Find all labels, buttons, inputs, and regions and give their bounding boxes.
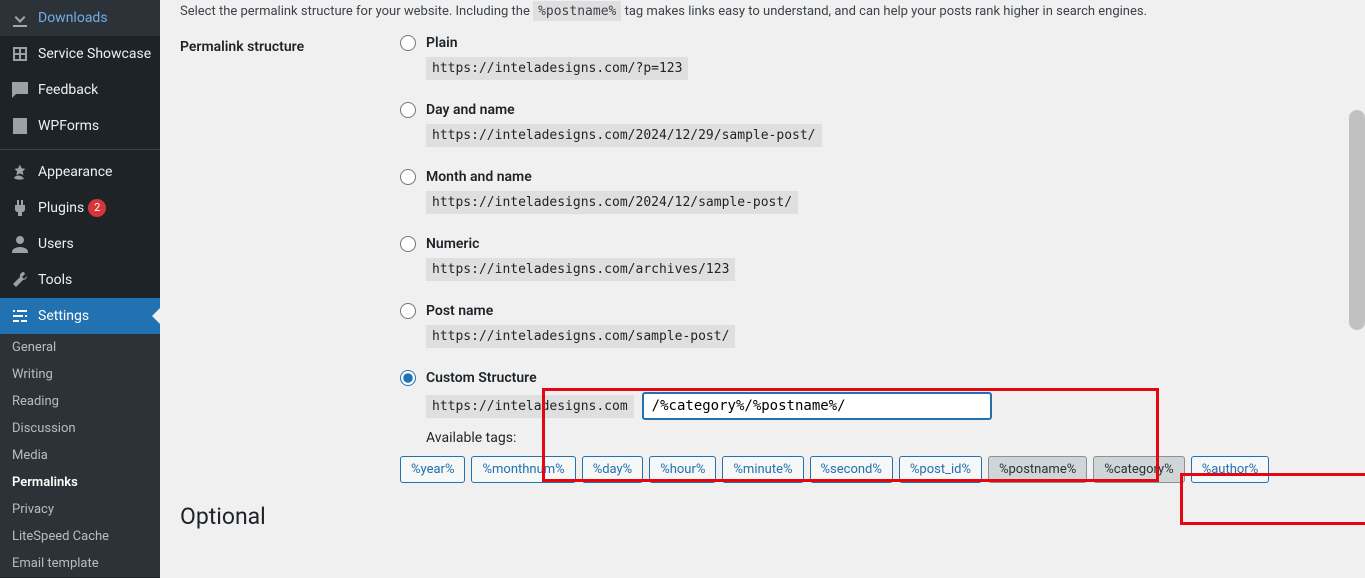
tag-category[interactable]: %category%: [1093, 456, 1184, 483]
settings-submenu: GeneralWritingReadingDiscussionMediaPerm…: [0, 334, 160, 577]
admin-sidebar: Downloads Service Showcase Feedback WPFo…: [0, 0, 160, 578]
radio-input[interactable]: [400, 236, 416, 252]
option-day-and-name: Day and name https://inteladesigns.com/2…: [400, 102, 1345, 147]
custom-structure-input[interactable]: [642, 392, 992, 420]
sidebar-item-label: Plugins: [38, 200, 84, 216]
option-custom: Custom Structure https://inteladesigns.c…: [400, 370, 1345, 446]
available-tags-label: Available tags:: [426, 430, 1345, 446]
radio-custom-label: Custom Structure: [426, 370, 537, 386]
sidebar-item-label: Settings: [38, 308, 89, 324]
sidebar-item-wpforms[interactable]: WPForms: [0, 108, 160, 144]
intro-text-after: tag makes links easy to understand, and …: [621, 4, 1147, 19]
intro-text-before: Select the permalink structure for your …: [180, 4, 533, 19]
radio-input[interactable]: [400, 35, 416, 51]
update-badge: 2: [88, 199, 106, 217]
option-plain: Plain https://inteladesigns.com/?p=123: [400, 35, 1345, 80]
showcase-icon: [10, 44, 30, 64]
tag-minute[interactable]: %minute%: [722, 456, 803, 483]
radio-day-and-name[interactable]: Day and name: [400, 102, 1345, 118]
sidebar-item-label: Feedback: [38, 82, 98, 98]
option-month-and-name: Month and name https://inteladesigns.com…: [400, 169, 1345, 214]
settings-icon: [10, 306, 30, 326]
submenu-item-permalinks[interactable]: Permalinks: [0, 469, 160, 496]
radio-input[interactable]: [400, 169, 416, 185]
tag-post_id[interactable]: %post_id%: [899, 456, 982, 483]
radio-label: Month and name: [426, 169, 532, 185]
radio-label: Post name: [426, 303, 493, 319]
radio-input[interactable]: [400, 303, 416, 319]
sidebar-item-label: Users: [38, 236, 74, 252]
users-icon: [10, 234, 30, 254]
submenu-item-privacy[interactable]: Privacy: [0, 496, 160, 523]
permalink-options: Plain https://inteladesigns.com/?p=123 D…: [400, 35, 1345, 483]
sidebar-item-label: WPForms: [38, 118, 99, 134]
sidebar-item-users[interactable]: Users: [0, 226, 160, 262]
sidebar-item-label: Service Showcase: [38, 46, 151, 62]
submenu-item-reading[interactable]: Reading: [0, 388, 160, 415]
sidebar-item-appearance[interactable]: Appearance: [0, 154, 160, 190]
intro-description: Select the permalink structure for your …: [180, 4, 1345, 19]
plugins-icon: [10, 198, 30, 218]
radio-custom-structure[interactable]: Custom Structure: [400, 370, 1345, 386]
option-example: https://inteladesigns.com/archives/123: [426, 258, 735, 281]
radio-label: Day and name: [426, 102, 515, 118]
radio-label: Numeric: [426, 236, 479, 252]
radio-month-and-name[interactable]: Month and name: [400, 169, 1345, 185]
tools-icon: [10, 270, 30, 290]
tag-hour[interactable]: %hour%: [649, 456, 716, 483]
sidebar-item-downloads[interactable]: Downloads: [0, 0, 160, 36]
radio-label: Plain: [426, 35, 458, 51]
submenu-item-discussion[interactable]: Discussion: [0, 415, 160, 442]
sidebar-item-label: Appearance: [38, 164, 112, 180]
sidebar-item-plugins[interactable]: Plugins 2: [0, 190, 160, 226]
option-post-name: Post name https://inteladesigns.com/samp…: [400, 303, 1345, 348]
submenu-item-general[interactable]: General: [0, 334, 160, 361]
feedback-icon: [10, 80, 30, 100]
sidebar-item-settings[interactable]: Settings: [0, 298, 160, 334]
tag-monthnum[interactable]: %monthnum%: [471, 456, 575, 483]
submenu-item-media[interactable]: Media: [0, 442, 160, 469]
sidebar-item-feedback[interactable]: Feedback: [0, 72, 160, 108]
custom-base-url: https://inteladesigns.com: [426, 395, 634, 418]
option-example: https://inteladesigns.com/sample-post/: [426, 325, 735, 348]
main-content: Select the permalink structure for your …: [160, 0, 1365, 578]
appearance-icon: [10, 162, 30, 182]
submenu-item-writing[interactable]: Writing: [0, 361, 160, 388]
option-example: https://inteladesigns.com/2024/12/29/sam…: [426, 124, 822, 147]
scrollbar-thumb[interactable]: [1349, 110, 1365, 330]
option-numeric: Numeric https://inteladesigns.com/archiv…: [400, 236, 1345, 281]
sidebar-item-service-showcase[interactable]: Service Showcase: [0, 36, 160, 72]
tag-second[interactable]: %second%: [810, 456, 893, 483]
radio-post-name[interactable]: Post name: [400, 303, 1345, 319]
sidebar-item-label: Tools: [38, 272, 72, 288]
permalink-structure-label: Permalink structure: [180, 35, 400, 55]
intro-code: %postname%: [533, 1, 621, 21]
forms-icon: [10, 116, 30, 136]
radio-custom-input[interactable]: [400, 370, 416, 386]
radio-input[interactable]: [400, 102, 416, 118]
sidebar-item-tools[interactable]: Tools: [0, 262, 160, 298]
radio-numeric[interactable]: Numeric: [400, 236, 1345, 252]
download-icon: [10, 8, 30, 28]
option-example: https://inteladesigns.com/?p=123: [426, 57, 688, 80]
permalink-tags: %year%%monthnum% %day%%hour%%minute% %seco…: [400, 456, 1345, 483]
radio-plain[interactable]: Plain: [400, 35, 1345, 51]
tag-postname[interactable]: %postname%: [988, 456, 1087, 483]
tag-day[interactable]: %day%: [582, 456, 644, 483]
option-example: https://inteladesigns.com/2024/12/sample…: [426, 191, 798, 214]
tag-author[interactable]: %author%: [1191, 456, 1270, 483]
tag-year[interactable]: %year%: [400, 456, 465, 483]
sidebar-item-label: Downloads: [38, 10, 108, 26]
submenu-item-litespeed-cache[interactable]: LiteSpeed Cache: [0, 523, 160, 550]
submenu-item-email-template[interactable]: Email template: [0, 550, 160, 577]
optional-heading: Optional: [180, 503, 1345, 530]
